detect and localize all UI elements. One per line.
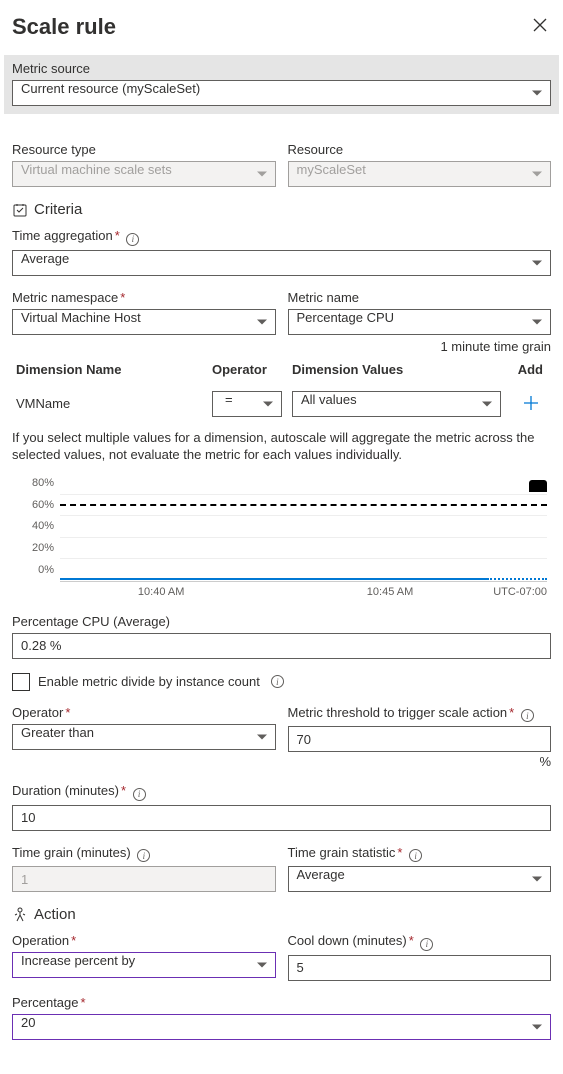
time-aggregation-label: Time aggregation* i — [12, 228, 551, 246]
metric-namespace-label: Metric namespace* — [12, 290, 276, 305]
y-tick: 80% — [32, 477, 54, 489]
y-tick: 20% — [32, 542, 54, 554]
metric-name-label: Metric name — [288, 290, 552, 305]
metric-name-select[interactable]: Percentage CPU — [288, 309, 552, 335]
metric-namespace-select[interactable]: Virtual Machine Host — [12, 309, 276, 335]
resource-type-label: Resource type — [12, 142, 276, 157]
panel-title: Scale rule — [12, 14, 116, 40]
dimension-values-select[interactable]: All values — [292, 391, 501, 417]
y-tick: 40% — [32, 520, 54, 532]
add-dimension-button[interactable] — [519, 393, 543, 415]
cooldown-input[interactable] — [288, 955, 552, 981]
current-metric-value: 0.28 % — [12, 633, 551, 659]
info-icon[interactable]: i — [420, 938, 433, 951]
close-button[interactable] — [529, 12, 551, 41]
close-icon — [533, 18, 547, 32]
y-tick: 60% — [32, 499, 54, 511]
info-icon[interactable]: i — [126, 233, 139, 246]
resource-label: Resource — [288, 142, 552, 157]
dim-header-add: Add — [501, 362, 551, 377]
duration-input[interactable] — [12, 805, 551, 831]
time-grain-statistic-label: Time grain statistic* i — [288, 845, 552, 863]
info-icon[interactable]: i — [271, 675, 284, 688]
metric-chart: 0% 20% 40% 60% 80% 10:40 AM 10:45 AM UTC… — [12, 474, 551, 604]
percentage-select[interactable]: 20 — [12, 1014, 551, 1040]
resource-type-select: Virtual machine scale sets — [12, 161, 276, 187]
dimension-row: VMName = All values — [12, 385, 551, 429]
dim-header-operator: Operator — [212, 362, 282, 377]
resource-select: myScaleSet — [288, 161, 552, 187]
operation-label: Operation* — [12, 933, 276, 948]
action-heading: Action — [34, 906, 76, 923]
operator-select[interactable]: Greater than — [12, 724, 276, 750]
dim-header-name: Dimension Name — [12, 362, 212, 377]
divide-by-instance-label: Enable metric divide by instance count — [38, 674, 260, 689]
metric-source-label: Metric source — [12, 61, 551, 76]
info-icon[interactable]: i — [409, 849, 422, 862]
criteria-heading: Criteria — [34, 201, 82, 218]
criteria-icon — [12, 202, 28, 218]
chart-handle[interactable] — [529, 480, 547, 492]
time-aggregation-select[interactable]: Average — [12, 250, 551, 276]
operation-select[interactable]: Increase percent by — [12, 952, 276, 978]
info-icon[interactable]: i — [137, 849, 150, 862]
chart-series-line — [60, 578, 487, 580]
threshold-input[interactable] — [288, 726, 552, 752]
dimension-name: VMName — [12, 396, 212, 411]
info-icon[interactable]: i — [133, 788, 146, 801]
divide-by-instance-checkbox[interactable] — [12, 673, 30, 691]
time-grain-note: 1 minute time grain — [12, 339, 551, 354]
metric-source-select[interactable]: Current resource (myScaleSet) — [12, 80, 551, 106]
plus-icon — [523, 395, 539, 411]
chart-series-line-projected — [487, 578, 547, 580]
duration-label: Duration (minutes)* i — [12, 783, 551, 801]
current-metric-label: Percentage CPU (Average) — [12, 614, 551, 629]
time-grain-statistic-select[interactable]: Average — [288, 866, 552, 892]
action-icon — [12, 907, 28, 923]
x-tick: 10:45 AM — [367, 586, 413, 598]
chart-timezone: UTC-07:00 — [493, 586, 547, 598]
x-tick: 10:40 AM — [138, 586, 184, 598]
threshold-unit: % — [288, 752, 552, 769]
cooldown-label: Cool down (minutes)* i — [288, 933, 552, 951]
time-grain-minutes-label: Time grain (minutes) i — [12, 845, 276, 863]
time-grain-minutes-input — [12, 866, 276, 892]
y-tick: 0% — [38, 564, 54, 576]
operator-label: Operator* — [12, 705, 276, 720]
percentage-label: Percentage* — [12, 995, 551, 1010]
dim-header-values: Dimension Values — [282, 362, 501, 377]
dimension-help-text: If you select multiple values for a dime… — [12, 429, 551, 464]
threshold-line — [60, 504, 547, 506]
info-icon[interactable]: i — [521, 709, 534, 722]
dimension-operator-select[interactable]: = — [212, 391, 282, 417]
threshold-label: Metric threshold to trigger scale action… — [288, 705, 552, 723]
